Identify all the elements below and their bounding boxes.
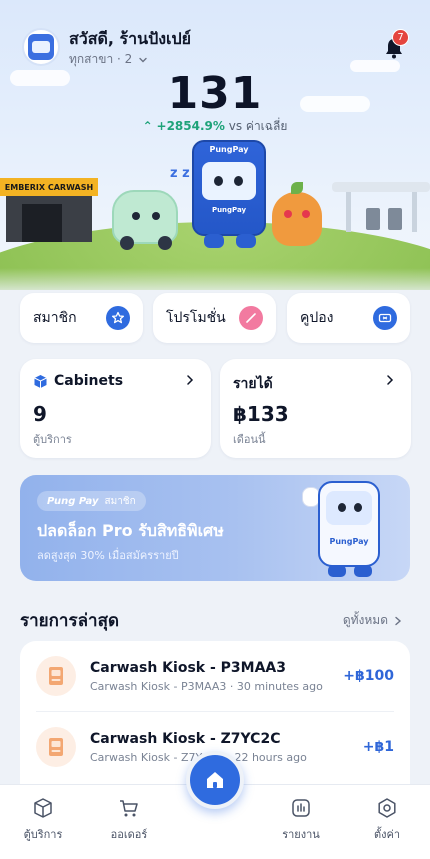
cabinets-title: Cabinets — [54, 373, 124, 389]
see-all-link[interactable]: ดูทั้งหมด — [343, 611, 402, 630]
cabinets-card[interactable]: Cabinets 9 ตู้บริการ — [20, 359, 211, 458]
nav-cabinets[interactable]: ตู้บริการ — [8, 797, 78, 843]
chevron-right-icon — [187, 375, 194, 385]
quick-action-promotions[interactable]: โปรโมชั่น — [153, 293, 276, 343]
recent-title: รายการล่าสุด — [20, 611, 119, 631]
hero-banner: EMBERIX CARWASH z z PungPay PungPay — [0, 0, 430, 290]
nav-settings[interactable]: ตั้งค่า — [352, 797, 422, 843]
carwash-sign: EMBERIX CARWASH — [0, 178, 98, 196]
revenue-card[interactable]: รายได้ ฿133 เดือนนี้ — [220, 359, 411, 458]
orange-mascot-illustration — [272, 182, 322, 246]
home-icon — [207, 772, 223, 788]
hero-delta: ⌃ +2854.9% vs ค่าเฉลี่ย — [0, 117, 430, 136]
nav-orders[interactable]: ออเดอร์ — [94, 797, 164, 843]
cube-icon — [34, 798, 52, 818]
promo-title: ปลดล็อก Pro รับสิทธิพิเศษ — [37, 521, 224, 540]
branch-selector[interactable]: ทุกสาขา · 2 — [69, 50, 148, 69]
nav-reports[interactable]: รายงาน — [266, 797, 336, 843]
cabinets-sub: ตู้บริการ — [33, 433, 72, 446]
tag-icon — [239, 306, 263, 330]
quick-action-coupons[interactable]: คูปอง — [287, 293, 410, 343]
chevron-right-icon — [387, 375, 394, 385]
transaction-row[interactable]: Carwash Kiosk - P3MAA3 Carwash Kiosk - P… — [20, 641, 410, 712]
chevron-down-icon — [139, 57, 147, 62]
delta-value: +2854.9% — [156, 119, 225, 133]
pungpay-mascot-illustration: PungPay PungPay — [192, 140, 266, 236]
mascot-illustration: PungPay — [302, 477, 384, 577]
delta-suffix: vs ค่าเฉลี่ย — [228, 119, 288, 133]
sleep-zzz: z z — [170, 166, 190, 181]
gas-station-illustration — [332, 182, 430, 236]
promo-badge: Pung Pay สมาชิก — [37, 491, 146, 511]
kiosk-icon — [36, 656, 76, 696]
kiosk-icon — [36, 727, 76, 767]
cube-icon — [34, 374, 47, 388]
star-icon — [106, 306, 130, 330]
notification-badge: 7 — [392, 29, 409, 46]
branch-label: ทุกสาขา · 2 — [69, 52, 133, 66]
chart-icon — [292, 799, 310, 817]
trend-up-icon: ⌃ — [142, 119, 153, 133]
revenue-value: ฿133 — [233, 402, 289, 426]
promo-subtitle: ลดสูงสุด 30% เมื่อสมัครรายปี — [37, 549, 179, 562]
car-mascot-illustration — [112, 190, 178, 250]
revenue-title: รายได้ — [233, 376, 273, 392]
pro-upgrade-banner[interactable]: Pung Pay สมาชิก ปลดล็อก Pro รับสิทธิพิเศ… — [20, 475, 410, 581]
greeting-title: สวัสดี, ร้านปังเปย์ — [69, 29, 192, 48]
quick-action-members[interactable]: สมาชิก — [20, 293, 143, 343]
ticket-icon — [373, 306, 397, 330]
carwash-building-illustration: EMBERIX CARWASH — [0, 178, 98, 242]
chevron-right-icon — [395, 616, 402, 625]
store-avatar[interactable] — [22, 28, 60, 66]
cart-icon — [120, 800, 138, 817]
revenue-sub: เดือนนี้ — [233, 433, 266, 446]
home-button[interactable] — [186, 751, 244, 809]
hero-total: 131 — [167, 68, 263, 119]
cabinets-value: 9 — [33, 402, 47, 426]
gear-icon — [378, 798, 396, 818]
